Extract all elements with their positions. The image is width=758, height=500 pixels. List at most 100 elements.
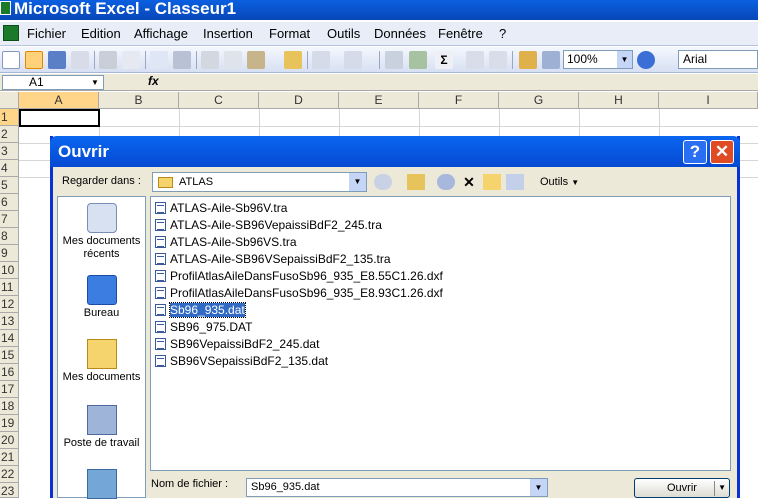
row-header[interactable]: 2 (0, 126, 19, 143)
column-header-c[interactable]: C (179, 92, 259, 109)
file-item[interactable]: ATLAS-Aile-Sb96V.tra (155, 200, 287, 216)
row-header[interactable]: 18 (0, 398, 19, 415)
row-header[interactable]: 3 (0, 143, 19, 160)
chevron-down-icon[interactable]: ▼ (530, 479, 547, 496)
format-painter-icon[interactable] (284, 51, 302, 69)
open-icon[interactable] (25, 51, 43, 69)
row-header[interactable]: 16 (0, 364, 19, 381)
row-header[interactable]: 21 (0, 449, 19, 466)
cut-icon[interactable] (201, 51, 219, 69)
hyperlink-icon[interactable] (385, 51, 403, 69)
print-preview-icon[interactable] (122, 51, 140, 69)
new-folder-icon[interactable] (483, 174, 501, 190)
document-menu-icon[interactable] (3, 25, 19, 41)
row-header[interactable]: 11 (0, 279, 19, 296)
menu-help[interactable]: ? (499, 26, 506, 41)
active-cell-a1[interactable] (19, 109, 100, 127)
menu-affichage[interactable]: Affichage (134, 26, 188, 41)
column-header-h[interactable]: H (579, 92, 659, 109)
column-header-i[interactable]: I (659, 92, 758, 109)
row-header[interactable]: 17 (0, 381, 19, 398)
autosum-icon[interactable] (409, 51, 427, 69)
row-header[interactable]: 20 (0, 432, 19, 449)
file-item[interactable]: SB96VepaissiBdF2_245.dat (155, 336, 319, 352)
delete-icon[interactable]: ✕ (460, 174, 478, 190)
fx-icon[interactable]: fx (148, 74, 159, 88)
open-button[interactable]: Ouvrir ▼ (634, 478, 730, 498)
research-icon[interactable] (173, 51, 191, 69)
row-header[interactable]: 13 (0, 313, 19, 330)
place-network[interactable] (58, 465, 145, 499)
menu-fichier[interactable]: Fichier (27, 26, 66, 41)
file-item-selected[interactable]: Sb96_935.dat (155, 302, 246, 318)
print-icon[interactable] (99, 51, 117, 69)
chevron-down-icon[interactable]: ▼ (617, 51, 632, 68)
chart-wizard-icon[interactable] (519, 51, 537, 69)
zoom-select[interactable]: 100% ▼ (563, 50, 633, 69)
place-desktop[interactable]: Bureau (58, 269, 145, 325)
row-header[interactable]: 7 (0, 211, 19, 228)
row-header[interactable]: 12 (0, 296, 19, 313)
column-header-e[interactable]: E (339, 92, 419, 109)
row-header[interactable]: 14 (0, 330, 19, 347)
chevron-down-icon[interactable]: ▼ (349, 173, 366, 191)
column-header-f[interactable]: F (419, 92, 499, 109)
menu-donnees[interactable]: Données (374, 26, 426, 41)
paste-icon[interactable] (247, 51, 265, 69)
file-item[interactable]: ProfilAtlasAileDansFusoSb96_935_E8.55C1.… (155, 268, 443, 284)
row-header[interactable]: 22 (0, 466, 19, 483)
sigma-icon[interactable]: Σ (435, 51, 453, 69)
undo-icon[interactable] (312, 51, 330, 69)
save-icon[interactable] (48, 51, 66, 69)
file-item[interactable]: ATLAS-Aile-Sb96VS.tra (155, 234, 297, 250)
row-header[interactable]: 15 (0, 347, 19, 364)
menu-fenetre[interactable]: Fenêtre (438, 26, 483, 41)
menu-insertion[interactable]: Insertion (203, 26, 253, 41)
copy-icon[interactable] (224, 51, 242, 69)
menu-outils[interactable]: Outils (327, 26, 360, 41)
column-header-g[interactable]: G (499, 92, 579, 109)
row-header[interactable]: 8 (0, 228, 19, 245)
row-header[interactable]: 1 (0, 109, 19, 126)
spelling-icon[interactable] (150, 51, 168, 69)
column-header-a[interactable]: A (19, 92, 99, 109)
row-header[interactable]: 6 (0, 194, 19, 211)
look-in-select[interactable]: ATLAS ▼ (152, 172, 367, 192)
views-icon[interactable] (506, 174, 524, 190)
chevron-down-icon[interactable]: ▼ (718, 479, 726, 497)
menu-format[interactable]: Format (269, 26, 310, 41)
place-my-documents[interactable]: Mes documents (58, 337, 145, 393)
help-icon[interactable] (637, 51, 655, 69)
select-all-corner[interactable] (0, 92, 19, 109)
drawing-icon[interactable] (542, 51, 560, 69)
column-header-d[interactable]: D (259, 92, 339, 109)
place-recent[interactable]: Mes documents récents (58, 197, 145, 267)
row-header[interactable]: 9 (0, 245, 19, 262)
file-item[interactable]: ProfilAtlasAileDansFusoSb96_935_E8.93C1.… (155, 285, 443, 301)
row-header[interactable]: 19 (0, 415, 19, 432)
chevron-down-icon[interactable]: ▼ (91, 76, 99, 89)
file-item[interactable]: SB96VSepaissiBdF2_135.dat (155, 353, 328, 369)
back-icon[interactable] (374, 174, 392, 190)
tools-menu[interactable]: Outils ▼ (540, 176, 579, 188)
search-web-icon[interactable] (437, 174, 455, 190)
row-header[interactable]: 23 (0, 483, 19, 498)
row-header[interactable]: 4 (0, 160, 19, 177)
row-header[interactable]: 5 (0, 177, 19, 194)
name-box[interactable]: A1 ▼ (2, 75, 104, 90)
filename-input[interactable]: Sb96_935.dat ▼ (246, 478, 548, 497)
new-icon[interactable] (2, 51, 20, 69)
sort-ascending-icon[interactable] (466, 51, 484, 69)
dialog-help-button[interactable]: ? (683, 140, 707, 164)
menu-edition[interactable]: Edition (81, 26, 121, 41)
font-select[interactable]: Arial (678, 50, 758, 69)
file-item[interactable]: SB96_975.DAT (155, 319, 253, 335)
column-header-b[interactable]: B (99, 92, 179, 109)
up-folder-icon[interactable] (407, 174, 425, 190)
file-item[interactable]: ATLAS-Aile-SB96VSepaissiBdF2_135.tra (155, 251, 391, 267)
sort-descending-icon[interactable] (489, 51, 507, 69)
permission-icon[interactable] (71, 51, 89, 69)
redo-icon[interactable] (344, 51, 362, 69)
row-header[interactable]: 10 (0, 262, 19, 279)
file-item[interactable]: ATLAS-Aile-SB96VepaissiBdF2_245.tra (155, 217, 382, 233)
